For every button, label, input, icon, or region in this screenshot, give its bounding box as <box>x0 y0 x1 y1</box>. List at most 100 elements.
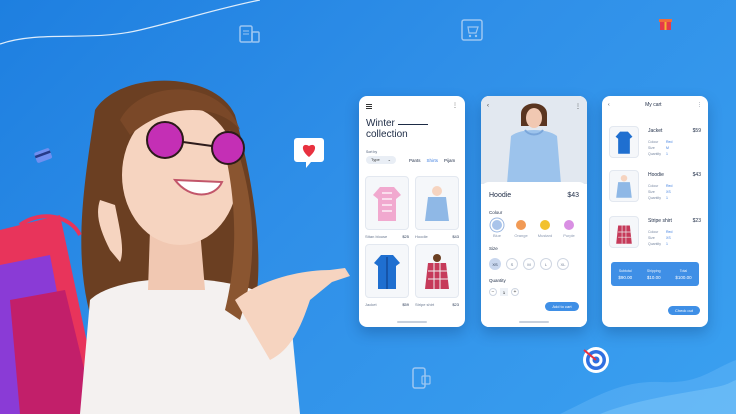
colour-attr-value: Red <box>666 140 673 144</box>
detail-header: ‹ ⋮ <box>487 103 581 110</box>
swatch-mustard[interactable]: Mustard <box>537 220 553 238</box>
type-dropdown[interactable]: Type ⌄ <box>366 156 396 164</box>
cart-item-price: $59 <box>692 128 701 134</box>
quantity-stepper: − 1 + <box>489 288 519 296</box>
decrease-button[interactable]: − <box>489 288 497 296</box>
cart-item-name: Jacket <box>648 128 663 134</box>
cart-item[interactable]: Jacket $59 Colour Red Size M Quantity 1 <box>609 126 701 162</box>
product-price: $43 <box>452 234 459 239</box>
product-name: Hoodie <box>415 234 428 239</box>
subtotal-block: Subtotal $90.00 <box>618 269 632 280</box>
phone-icon <box>410 366 432 397</box>
product-price: $25 <box>402 234 409 239</box>
product-image <box>415 244 459 298</box>
order-summary: Subtotal $90.00 Shipping $10.00 Total $1… <box>611 262 699 286</box>
receipt-icon <box>238 24 262 51</box>
plaid-shirt-icon <box>425 254 449 289</box>
product-image <box>415 176 459 230</box>
blue-jacket-icon <box>374 255 400 289</box>
product-price: $59 <box>402 302 409 307</box>
colour-attr-label: Colour <box>648 184 659 188</box>
product-name: Sttan blouse <box>365 234 388 239</box>
swatch-label: Blue <box>492 233 501 238</box>
product-name: Jacket <box>365 302 377 307</box>
back-arrow-icon[interactable]: ‹ <box>487 103 489 110</box>
product-list-screen: ⋮ Winter collection Sort by Type ⌄ Pants… <box>359 96 465 327</box>
size-m[interactable]: M <box>523 258 535 270</box>
tab-pijamas[interactable]: Pijam <box>444 158 455 163</box>
product-image <box>365 176 409 230</box>
swatch-blue[interactable]: Blue <box>489 220 505 238</box>
cart-item-price: $23 <box>692 218 701 224</box>
size-attr-value: XS <box>666 236 671 240</box>
title-line-2: collection <box>366 129 408 140</box>
product-image <box>365 244 409 298</box>
back-arrow-icon[interactable]: ‹ <box>608 102 610 108</box>
target-icon <box>580 344 612 381</box>
title-underline <box>398 124 428 125</box>
add-to-cart-button[interactable]: Add to cart <box>545 302 579 311</box>
cart-item-image <box>609 126 639 158</box>
cart-item-image <box>609 170 639 202</box>
cart-title: My cart <box>645 102 662 108</box>
quantity-attr-value: 1 <box>666 196 668 200</box>
size-attr-label: Size <box>648 190 655 194</box>
collection-title: Winter collection <box>366 118 408 140</box>
cart-item-image <box>609 216 639 248</box>
swatch-dot <box>516 220 526 230</box>
product-price: $23 <box>452 302 459 307</box>
size-label: Size <box>489 246 498 251</box>
swatch-label: Orange <box>514 233 528 238</box>
product-card[interactable]: Stripe shirt $23 <box>415 244 459 307</box>
checkout-button[interactable]: Check out <box>668 306 700 315</box>
product-card[interactable]: Hoodie $43 <box>415 176 459 239</box>
pink-blouse-icon <box>373 187 401 221</box>
size-attr-label: Size <box>648 236 655 240</box>
more-options-icon[interactable]: ⋮ <box>697 102 702 108</box>
quantity-attr-value: 1 <box>666 242 668 246</box>
top-left-wave <box>0 0 260 45</box>
home-indicator <box>397 321 427 323</box>
cart-item[interactable]: Hoodie $43 Colour Red Size XS Quantity 1 <box>609 170 701 206</box>
quantity-attr-label: Quantity <box>648 152 662 156</box>
total-block: Total $100.00 <box>675 269 691 280</box>
tab-pants[interactable]: Pants <box>409 158 421 163</box>
subtotal-label: Subtotal <box>618 268 632 273</box>
woman-with-shopping-bags-illustration <box>0 80 350 414</box>
size-xs[interactable]: XS <box>489 258 501 270</box>
size-attr-value: XS <box>666 190 671 194</box>
size-s[interactable]: S <box>506 258 518 270</box>
home-indicator <box>519 321 549 323</box>
product-card[interactable]: Sttan blouse $25 <box>365 176 409 239</box>
more-options-icon[interactable]: ⋮ <box>452 103 458 109</box>
size-xl[interactable]: XL <box>557 258 569 270</box>
type-dropdown-value: Type <box>371 157 380 162</box>
tab-shirts[interactable]: Shirts <box>427 158 439 163</box>
size-attr-label: Size <box>648 146 655 150</box>
cart-item[interactable]: Stripe shirt $23 Colour Red Size XS Quan… <box>609 216 701 252</box>
product-info-sheet: Hoodie $43 Colour Blue Orange Mustard Pu… <box>481 182 587 327</box>
swatch-label: Purple <box>563 233 575 238</box>
shipping-value: $10.00 <box>646 274 661 280</box>
plaid-shirt-icon <box>616 225 632 244</box>
product-card[interactable]: Jacket $59 <box>365 244 409 307</box>
product-price: $43 <box>567 192 579 199</box>
swatch-purple[interactable]: Purple <box>561 220 577 238</box>
blue-hoodie-icon <box>425 186 449 221</box>
blue-jacket-icon <box>615 131 633 154</box>
mobile-shopping-cart-icon <box>460 18 486 49</box>
size-options: XS S M L XL <box>489 258 569 270</box>
increase-button[interactable]: + <box>511 288 519 296</box>
hamburger-menu-icon[interactable] <box>366 103 372 109</box>
swatch-dot <box>492 220 502 230</box>
cart-item-name: Stripe shirt <box>648 218 672 224</box>
swatch-orange[interactable]: Orange <box>513 220 529 238</box>
size-l[interactable]: L <box>540 258 552 270</box>
sort-by-label: Sort by <box>366 150 378 154</box>
shipping-block: Shipping $10.00 <box>647 269 661 280</box>
quantity-attr-label: Quantity <box>648 196 662 200</box>
more-options-icon[interactable]: ⋮ <box>575 103 581 110</box>
colour-attr-value: Red <box>666 230 673 234</box>
colour-attr-label: Colour <box>648 140 659 144</box>
shipping-label: Shipping <box>646 268 661 273</box>
